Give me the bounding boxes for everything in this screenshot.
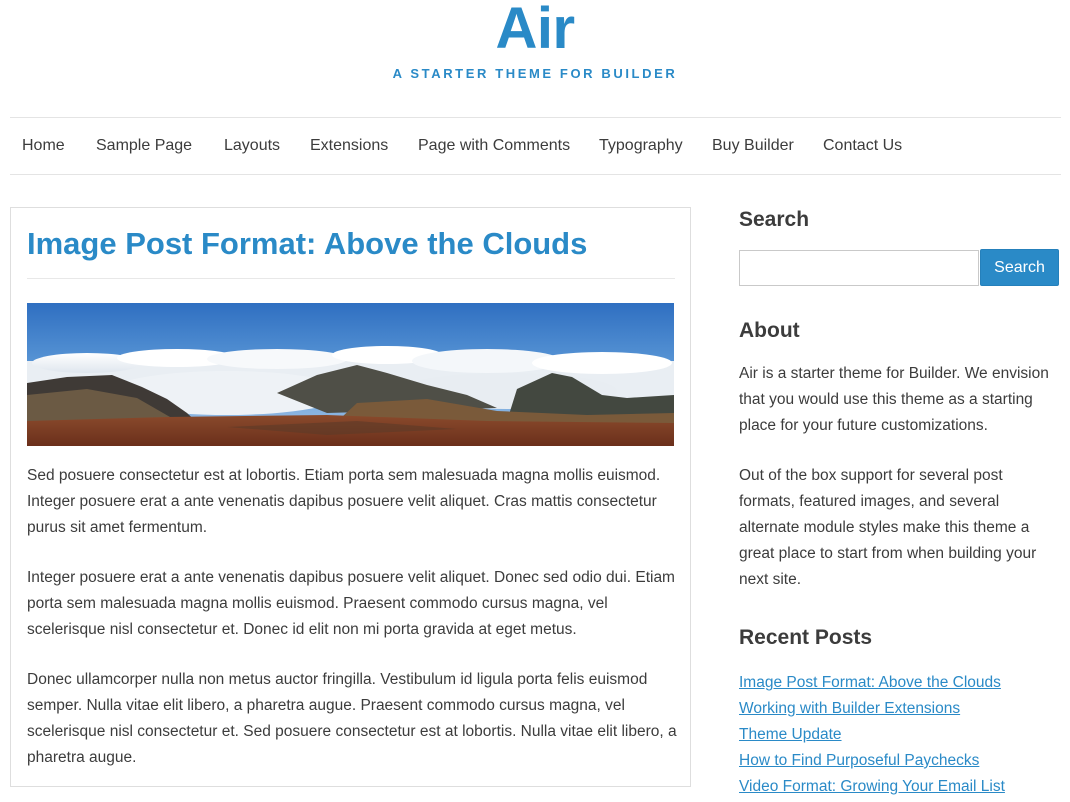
recent-post-link[interactable]: How to Find Purposeful Paychecks	[739, 752, 979, 769]
about-text: Out of the box support for several post …	[739, 467, 1037, 588]
recent-posts-widget-title: Recent Posts	[739, 626, 873, 649]
site-title[interactable]: Air	[0, 0, 1070, 60]
nav-item-sample-page[interactable]: Sample Page	[96, 137, 192, 155]
list-item: Theme Update	[739, 722, 1061, 748]
recent-post-link[interactable]: Working with Builder Extensions	[739, 700, 960, 717]
nav-item-page-with-comments[interactable]: Page with Comments	[418, 137, 570, 155]
list-item: How to Find Purposeful Paychecks	[739, 748, 1061, 774]
post-paragraph: Donec ullamcorper nulla non metus auctor…	[27, 671, 677, 766]
nav-item-buy-builder[interactable]: Buy Builder	[712, 137, 794, 155]
main-navigation: Home Sample Page Layouts Extensions Page…	[10, 117, 1061, 175]
recent-post-link[interactable]: Video Format: Growing Your Email List	[739, 778, 1005, 795]
search-widget-title: Search	[739, 208, 810, 231]
site-header: Air A STARTER THEME FOR BUILDER	[0, 0, 1070, 100]
about-text: Air is a starter theme for Builder. We e…	[739, 365, 1049, 434]
nav-item-home[interactable]: Home	[22, 137, 65, 155]
post-article: Image Post Format: Above the Clouds Sed …	[10, 207, 691, 787]
search-button[interactable]: Search	[980, 249, 1059, 286]
recent-post-link[interactable]: Image Post Format: Above the Clouds	[739, 674, 1001, 691]
recent-post-link[interactable]: Theme Update	[739, 726, 842, 743]
post-content: Sed posuere consectetur est at lobortis.…	[27, 463, 677, 795]
list-item: Video Format: Growing Your Email List	[739, 774, 1061, 800]
post-title-divider	[27, 278, 675, 279]
post-paragraph: Sed posuere consectetur est at lobortis.…	[27, 467, 661, 536]
nav-item-layouts[interactable]: Layouts	[224, 137, 280, 155]
site-tagline: A STARTER THEME FOR BUILDER	[392, 66, 678, 81]
nav-item-extensions[interactable]: Extensions	[310, 137, 388, 155]
search-input[interactable]	[739, 250, 979, 286]
list-item: Working with Builder Extensions	[739, 696, 1061, 722]
post-title[interactable]: Image Post Format: Above the Clouds	[27, 226, 587, 262]
post-featured-image	[27, 303, 674, 446]
nav-item-typography[interactable]: Typography	[599, 137, 683, 155]
about-widget-title: About	[739, 319, 800, 342]
post-paragraph: Integer posuere erat a ante venenatis da…	[27, 569, 675, 638]
recent-posts-list: Image Post Format: Above the Clouds Work…	[739, 670, 1061, 800]
nav-item-contact-us[interactable]: Contact Us	[823, 137, 902, 155]
list-item: Image Post Format: Above the Clouds	[739, 670, 1061, 696]
